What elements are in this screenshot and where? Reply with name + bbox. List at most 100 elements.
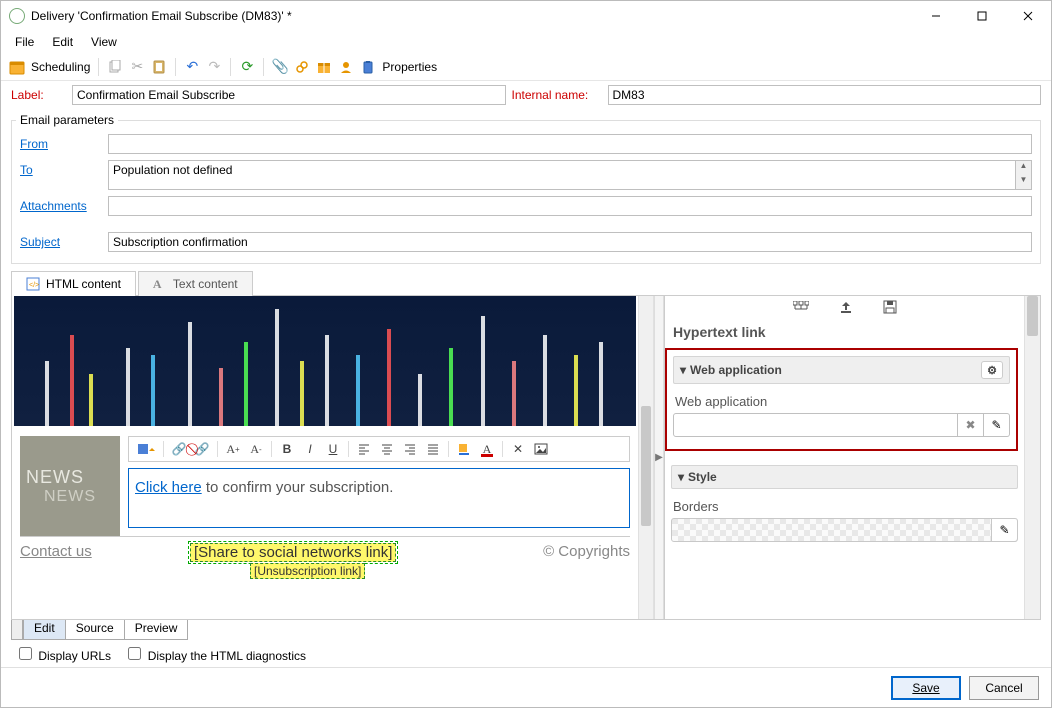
chevron-down-icon: ▾ bbox=[678, 470, 684, 484]
person-icon[interactable] bbox=[336, 57, 356, 77]
hypertext-link-title: Hypertext link bbox=[665, 318, 1024, 348]
window-title: Delivery 'Confirmation Email Subscribe (… bbox=[31, 9, 913, 23]
toolbar: Scheduling ✂ ↶ ↷ ⟳ 📎 Properties bbox=[1, 53, 1051, 81]
clear-icon[interactable]: ✖ bbox=[958, 413, 984, 437]
borders-input[interactable]: ✎ bbox=[671, 518, 1018, 542]
from-label[interactable]: From bbox=[20, 134, 98, 151]
news-line2: NEWS bbox=[26, 488, 114, 506]
font-decrease-icon[interactable]: A- bbox=[245, 439, 267, 459]
redo-icon[interactable]: ↷ bbox=[204, 57, 224, 77]
edit-pencil-icon[interactable]: ✎ bbox=[984, 413, 1010, 437]
right-panel: Hypertext link ▾ Web application ⚙ Web a… bbox=[664, 296, 1024, 619]
content-tabs: </> HTML content A Text content bbox=[11, 270, 1041, 296]
align-left-icon[interactable] bbox=[353, 439, 375, 459]
left-scrollbar[interactable] bbox=[638, 296, 654, 619]
to-spinner[interactable]: ▲▼ bbox=[1016, 160, 1032, 190]
webapp-accordion-header[interactable]: ▾ Web application ⚙ bbox=[673, 356, 1010, 384]
attach-icon[interactable]: 📎 bbox=[270, 57, 290, 77]
label-input[interactable] bbox=[72, 85, 506, 105]
menubar: File Edit View bbox=[1, 31, 1051, 53]
minimize-button[interactable] bbox=[913, 1, 959, 31]
hero-image bbox=[14, 296, 636, 426]
font-increase-icon[interactable]: A+ bbox=[222, 439, 244, 459]
remove-format-icon[interactable]: ✕ bbox=[507, 439, 529, 459]
underline-icon[interactable]: U bbox=[322, 439, 344, 459]
italic-icon[interactable]: I bbox=[299, 439, 321, 459]
textcolor-icon[interactable]: A bbox=[476, 439, 498, 459]
bottom-tabs: Edit Source Preview bbox=[11, 620, 1041, 640]
save-button[interactable]: Save bbox=[891, 676, 961, 700]
style-header-label: Style bbox=[688, 470, 717, 484]
close-button[interactable] bbox=[1005, 1, 1051, 31]
share-social-placeholder[interactable]: [Share to social networks link] bbox=[190, 543, 396, 562]
html-icon: </> bbox=[26, 277, 40, 291]
attachments-input[interactable] bbox=[108, 196, 1032, 216]
rte-toolbar: 🔗 🔗⃠ A+ A- B I U bbox=[128, 436, 630, 462]
gear-icon[interactable]: ⚙ bbox=[981, 361, 1003, 379]
align-justify-icon[interactable] bbox=[422, 439, 444, 459]
borders-edit-icon[interactable]: ✎ bbox=[991, 519, 1017, 541]
layout-icon[interactable] bbox=[793, 301, 809, 313]
align-center-icon[interactable] bbox=[376, 439, 398, 459]
tab-source[interactable]: Source bbox=[65, 620, 125, 640]
contact-us-link[interactable]: Contact us bbox=[20, 543, 190, 560]
bold-icon[interactable]: B bbox=[276, 439, 298, 459]
menu-file[interactable]: File bbox=[7, 33, 42, 51]
undo-icon[interactable]: ↶ bbox=[182, 57, 202, 77]
unlink-tool-icon[interactable]: 🔗⃠ bbox=[191, 439, 213, 459]
tab-html-content[interactable]: </> HTML content bbox=[11, 271, 136, 296]
right-scrollbar[interactable] bbox=[1024, 296, 1040, 619]
chevron-down-icon: ▾ bbox=[680, 363, 686, 377]
to-input[interactable]: Population not defined bbox=[108, 160, 1016, 190]
label-key: Label: bbox=[11, 88, 66, 102]
news-line1: NEWS bbox=[26, 467, 114, 488]
text-icon: A bbox=[153, 277, 167, 291]
gift-icon[interactable] bbox=[314, 57, 334, 77]
maximize-button[interactable] bbox=[959, 1, 1005, 31]
email-parameters-group: Email parameters From To Population not … bbox=[11, 113, 1041, 264]
unsubscribe-placeholder[interactable]: [Unsubscription link] bbox=[250, 563, 365, 579]
scheduling-label[interactable]: Scheduling bbox=[29, 60, 92, 74]
save-disk-icon[interactable] bbox=[883, 300, 897, 314]
internal-name-key: Internal name: bbox=[512, 88, 602, 102]
bgcolor-icon[interactable] bbox=[453, 439, 475, 459]
paste-icon[interactable] bbox=[149, 57, 169, 77]
link-tool-icon[interactable]: 🔗 bbox=[168, 439, 190, 459]
click-here-link[interactable]: Click here bbox=[135, 479, 202, 496]
insert-field-icon[interactable] bbox=[133, 439, 159, 459]
link-icon[interactable] bbox=[292, 57, 312, 77]
menu-edit[interactable]: Edit bbox=[44, 33, 81, 51]
confirm-text: to confirm your subscription. bbox=[202, 479, 394, 496]
to-label[interactable]: To bbox=[20, 160, 98, 177]
upload-icon[interactable] bbox=[839, 300, 853, 314]
align-right-icon[interactable] bbox=[399, 439, 421, 459]
subject-input[interactable] bbox=[108, 232, 1032, 252]
display-diag-check[interactable]: Display the HTML diagnostics bbox=[124, 649, 306, 663]
cut-icon[interactable]: ✂ bbox=[127, 57, 147, 77]
tab-preview[interactable]: Preview bbox=[124, 620, 189, 640]
tab-html-label: HTML content bbox=[46, 277, 121, 291]
borders-label: Borders bbox=[671, 491, 1018, 518]
display-urls-check[interactable]: Display URLs bbox=[15, 649, 111, 663]
style-accordion-header[interactable]: ▾ Style bbox=[671, 465, 1018, 489]
svg-text:</>: </> bbox=[29, 282, 39, 289]
tab-text-content[interactable]: A Text content bbox=[138, 271, 253, 296]
from-input[interactable] bbox=[108, 134, 1032, 154]
menu-view[interactable]: View bbox=[83, 33, 125, 51]
webapp-input[interactable] bbox=[673, 413, 958, 437]
image-tool-icon[interactable] bbox=[530, 439, 552, 459]
attachments-label[interactable]: Attachments bbox=[20, 196, 98, 213]
app-icon bbox=[9, 8, 25, 24]
tab-edit[interactable]: Edit bbox=[23, 620, 66, 640]
rte-text-block[interactable]: Click here to confirm your subscription. bbox=[128, 468, 630, 528]
panel-collapse-handle[interactable]: ▶ bbox=[654, 296, 664, 619]
properties-label[interactable]: Properties bbox=[380, 60, 439, 74]
cancel-button[interactable]: Cancel bbox=[969, 676, 1039, 700]
refresh-icon[interactable]: ⟳ bbox=[237, 57, 257, 77]
copy-icon[interactable] bbox=[105, 57, 125, 77]
dialog-footer: Save Cancel bbox=[1, 667, 1051, 707]
clipboard-icon[interactable] bbox=[358, 57, 378, 77]
scheduling-icon[interactable] bbox=[7, 57, 27, 77]
subject-label[interactable]: Subject bbox=[20, 232, 98, 249]
internal-name-input[interactable] bbox=[608, 85, 1042, 105]
